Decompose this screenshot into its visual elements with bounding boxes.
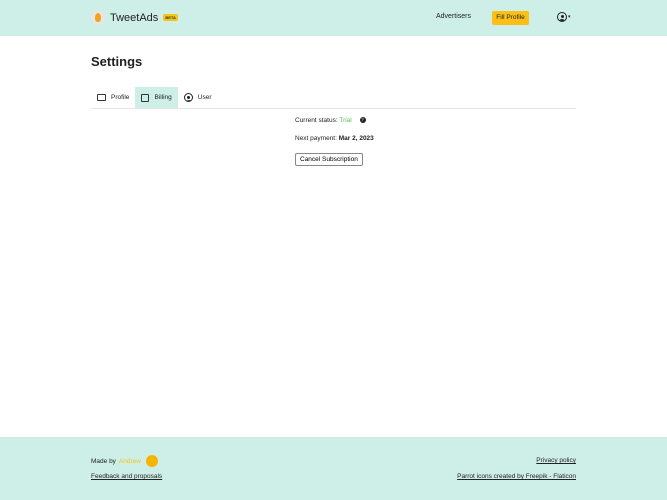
- tab-label: User: [197, 94, 212, 101]
- id-card-icon: [97, 94, 106, 101]
- author-link[interactable]: Andrew: [119, 458, 141, 465]
- feedback-link[interactable]: Feedback and proposals: [91, 473, 162, 480]
- billing-icon: [141, 93, 150, 102]
- tab-profile[interactable]: Profile: [91, 87, 135, 108]
- footer: Made by Andrew Feedback and proposals Pr…: [0, 437, 667, 500]
- cancel-subscription-button[interactable]: Cancel Subscription: [295, 153, 363, 166]
- icon-credits-link[interactable]: Parrot icons created by Freepik - Flatic…: [457, 473, 576, 480]
- brand-name: TweetAds: [110, 11, 159, 24]
- billing-panel: Current status: Trial ? Next payment: Ma…: [295, 117, 374, 166]
- next-payment: Next payment: Mar 2, 2023: [295, 135, 374, 153]
- privacy-policy-link[interactable]: Privacy policy: [536, 457, 576, 464]
- tab-label: Profile: [111, 94, 130, 101]
- user-icon: [183, 93, 193, 102]
- page-title: Settings: [91, 54, 143, 69]
- logo[interactable]: TweetAds BETA: [91, 10, 178, 25]
- next-payment-label: Next payment:: [295, 135, 337, 142]
- status-value: Trial: [339, 117, 352, 124]
- user-icon: [557, 12, 567, 22]
- settings-tabs: Profile Billing User: [91, 87, 576, 109]
- author-avatar: [145, 455, 158, 467]
- tab-label: Billing: [154, 94, 172, 101]
- header: TweetAds BETA Advertisers Fill Profile ▾: [0, 0, 667, 36]
- made-by: Made by Andrew: [91, 455, 158, 467]
- made-by-label: Made by: [91, 457, 116, 465]
- beta-badge: BETA: [163, 14, 178, 21]
- chevron-down-icon: ▾: [568, 14, 571, 20]
- help-icon[interactable]: ?: [359, 117, 366, 124]
- next-payment-date: Mar 2, 2023: [338, 135, 374, 142]
- tab-billing[interactable]: Billing: [135, 87, 178, 108]
- user-menu[interactable]: ▾: [557, 12, 571, 22]
- fill-profile-button[interactable]: Fill Profile: [492, 11, 529, 25]
- advertisers-link[interactable]: Advertisers: [436, 13, 471, 20]
- status-label: Current status:: [295, 117, 338, 124]
- current-status: Current status: Trial ?: [295, 117, 374, 135]
- parrot-icon: [91, 10, 105, 25]
- tab-user[interactable]: User: [178, 87, 218, 108]
